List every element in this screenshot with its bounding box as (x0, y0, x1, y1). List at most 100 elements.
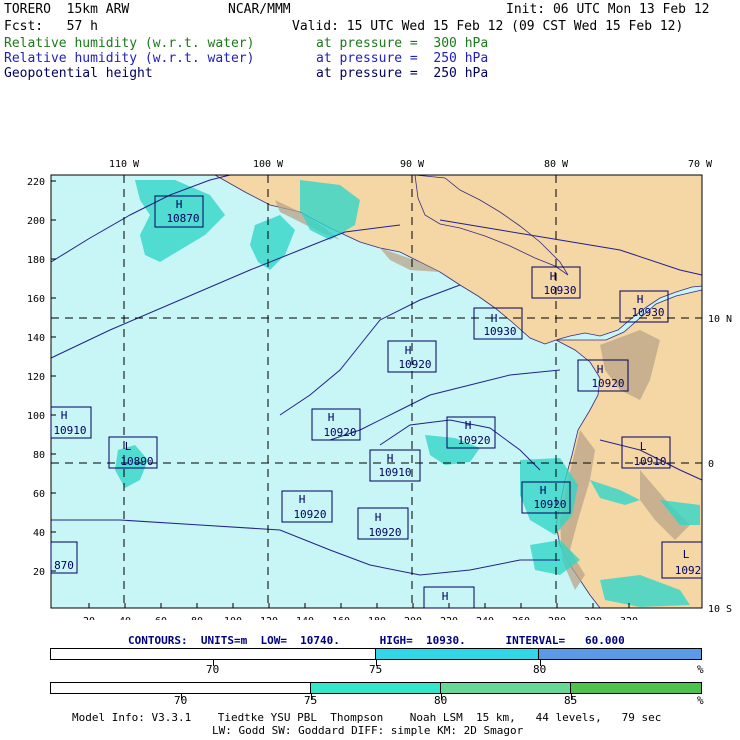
svg-text:H: H (328, 411, 335, 424)
colorbar-segment (51, 649, 376, 659)
svg-text:10930: 10930 (631, 306, 664, 319)
colorbar2-label-85: 85 (564, 694, 578, 707)
lat-label-0: 0 (708, 459, 714, 470)
colorbar1-label-70: 70 (206, 663, 220, 676)
svg-text:10920: 10920 (293, 508, 326, 521)
x-tick: 100 (224, 616, 242, 620)
field-name-rh250: Relative humidity (w.r.t. water) (4, 51, 255, 66)
lat-label-10n: 10 N (708, 314, 732, 325)
init-time: Init: 06 UTC Mon 13 Feb 12 (506, 2, 710, 17)
svg-text:H: H (442, 590, 449, 603)
field-level-rh300: at pressure = 300 hPa (316, 36, 489, 51)
x-tick: 300 (584, 616, 602, 620)
field-name-height: Geopotential height (4, 66, 153, 81)
svg-text:H: H (405, 344, 412, 357)
svg-text:10920: 10920 (533, 498, 566, 511)
svg-text:H: H (550, 270, 557, 283)
colorbar-rh250 (50, 648, 702, 660)
svg-text:H: H (491, 312, 498, 325)
y-tick: 100 (27, 411, 45, 422)
forecast-hour: Fcst: 57 h (4, 19, 98, 34)
y-tick: 160 (27, 294, 45, 305)
colorbar-segment (311, 683, 441, 693)
svg-text:H: H (299, 493, 306, 506)
colorbar-segment (51, 683, 311, 693)
y-tick: 80 (33, 450, 45, 461)
y-tick: 180 (27, 255, 45, 266)
y-tick: 140 (27, 333, 45, 344)
x-tick: 320 (620, 616, 638, 620)
colorbar-rh300 (50, 682, 702, 694)
lon-label-70w: 70 W (688, 159, 713, 170)
x-tick: 80 (191, 616, 203, 620)
svg-text:10910: 10910 (53, 424, 86, 437)
colorbar-segment (538, 649, 701, 659)
x-tick: 40 (119, 616, 131, 620)
x-tick: 220 (440, 616, 458, 620)
svg-text:10910: 10910 (633, 455, 666, 468)
field-level-height: at pressure = 250 hPa (316, 66, 489, 81)
x-tick: 280 (548, 616, 566, 620)
svg-text:H: H (637, 293, 644, 306)
colorbar1-label-80: 80 (533, 663, 547, 676)
x-tick: 180 (368, 616, 386, 620)
colorbar2-label-percent: % (697, 694, 704, 707)
y-tick: 60 (33, 489, 45, 500)
svg-text:10920: 10920 (398, 358, 431, 371)
colorbar1-label-percent: % (697, 663, 704, 676)
svg-text:H: H (387, 452, 394, 465)
svg-text:L: L (125, 440, 132, 453)
svg-text:10920: 10920 (323, 426, 356, 439)
colorbar-segment (441, 683, 571, 693)
forecast-map: 110 W 100 W 90 W 80 W 70 W 10 N 0 10 S 2… (27, 159, 732, 620)
svg-text:10920: 10920 (591, 377, 624, 390)
organization: NCAR/MMM (228, 2, 291, 17)
y-tick: 20 (33, 567, 45, 578)
x-tick: 20 (83, 616, 95, 620)
lat-label-10s: 10 S (708, 604, 732, 615)
svg-text:10930: 10930 (543, 284, 576, 297)
lon-label-110w: 110 W (109, 159, 140, 170)
svg-text:10930: 10930 (483, 325, 516, 338)
svg-text:L: L (683, 548, 690, 561)
svg-text:H: H (176, 198, 183, 211)
lon-label-90w: 90 W (400, 159, 425, 170)
y-tick: 40 (33, 528, 45, 539)
y-tick: 200 (27, 216, 45, 227)
svg-text:870: 870 (54, 559, 74, 572)
colorbar2-label-80: 80 (434, 694, 448, 707)
svg-text:H: H (375, 511, 382, 524)
valid-time: Valid: 15 UTC Wed 15 Feb 12 (09 CST Wed … (292, 19, 684, 34)
svg-text:10870: 10870 (166, 212, 199, 225)
x-tick: 260 (512, 616, 530, 620)
svg-text:H: H (597, 363, 604, 376)
y-tick: 220 (27, 177, 45, 188)
colorbar1-label-75: 75 (369, 663, 383, 676)
x-tick: 200 (404, 616, 422, 620)
field-level-rh250: at pressure = 250 hPa (316, 51, 489, 66)
svg-text:10920: 10920 (457, 434, 490, 447)
svg-text:10890: 10890 (120, 455, 153, 468)
colorbar2-label-75: 75 (304, 694, 318, 707)
svg-text:1092: 1092 (675, 564, 702, 577)
contours-info: CONTOURS: UNITS=m LOW= 10740. HIGH= 1093… (128, 634, 625, 647)
x-tick: 240 (476, 616, 494, 620)
colorbar2-label-70: 70 (174, 694, 188, 707)
y-tick: 120 (27, 372, 45, 383)
svg-text:H: H (465, 419, 472, 432)
x-tick: 60 (155, 616, 167, 620)
svg-text:10920: 10920 (368, 526, 401, 539)
x-tick: 160 (332, 616, 350, 620)
svg-text:H: H (61, 409, 68, 422)
field-name-rh300: Relative humidity (w.r.t. water) (4, 36, 255, 51)
colorbar-segment (571, 683, 701, 693)
x-tick: 140 (296, 616, 314, 620)
model-info: Model Info: V3.3.1 Tiedtke YSU PBL Thomp… (72, 711, 662, 724)
lon-label-80w: 80 W (544, 159, 569, 170)
svg-text:10910: 10910 (378, 466, 411, 479)
svg-text:H: H (540, 484, 547, 497)
physics-info: LW: Godd SW: Goddard DIFF: simple KM: 2D… (212, 724, 524, 737)
svg-text:L: L (640, 440, 647, 453)
x-tick: 120 (260, 616, 278, 620)
model-title: TORERO 15km ARW (4, 2, 130, 17)
